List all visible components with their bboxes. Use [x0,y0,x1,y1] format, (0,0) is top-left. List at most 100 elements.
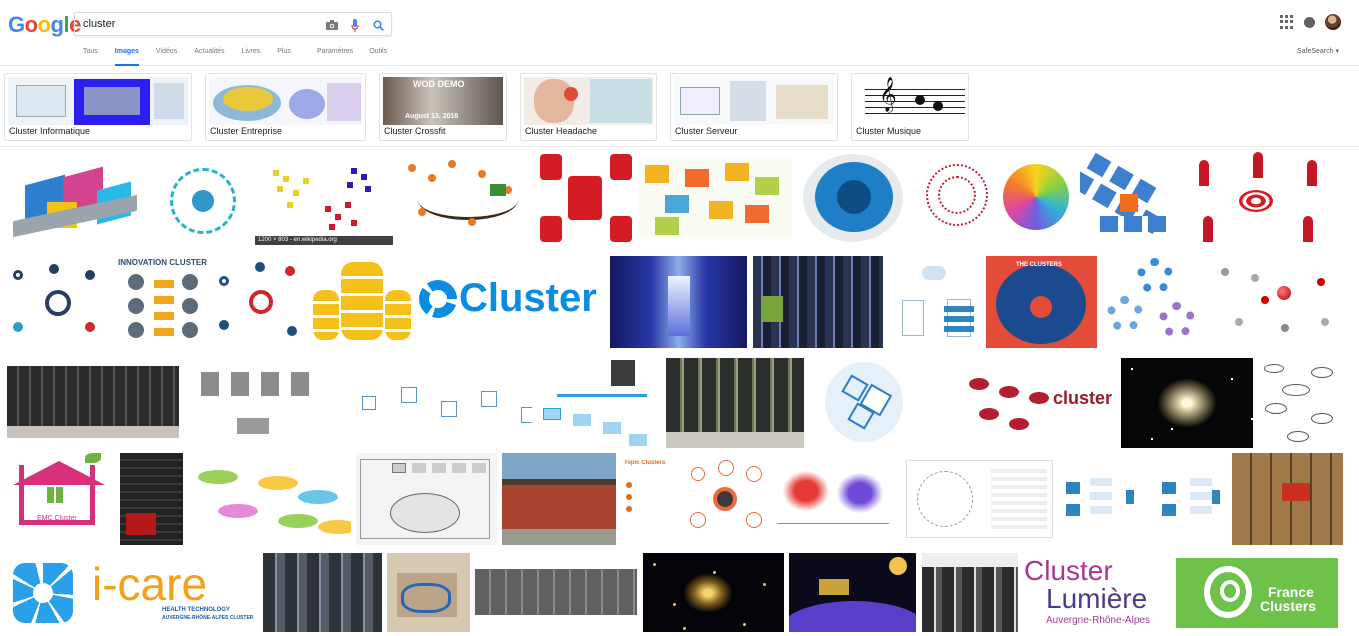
image-result[interactable] [610,256,747,348]
image-result[interactable] [888,256,980,348]
icare-logo-text: i-care [92,561,208,610]
related-chip-label: Cluster Headache [525,126,598,136]
tab-books[interactable]: Livres [242,48,261,66]
image-result[interactable] [918,156,996,240]
topic-clusters-label: Topic Clusters [624,460,666,466]
image-result[interactable] [1103,256,1200,348]
image-result[interactable] [502,453,616,545]
image-result[interactable] [639,157,792,237]
image-result[interactable] [1258,358,1338,448]
header: Google cluster Tous Images Vidéos Actual… [0,0,1359,66]
image-result[interactable] [7,366,179,438]
search-box[interactable]: cluster [74,12,392,36]
image-result[interactable] [922,553,1018,632]
search-icon[interactable] [371,18,385,32]
settings-link[interactable]: Paramètres [317,48,353,66]
related-chip-label: Cluster Entreprise [210,126,283,136]
microphone-icon[interactable] [348,18,362,32]
image-result[interactable]: INNOVATION CLUSTER [114,256,209,348]
image-result[interactable] [475,569,637,615]
image-result[interactable]: 1200 × 803 - en.wikipedia.org [255,150,393,245]
tab-all[interactable]: Tous [83,48,98,66]
crossfit-date: August 13, 2016 [405,113,459,120]
related-chip-label: Cluster Crossfit [384,126,446,136]
image-result[interactable] [311,260,412,344]
tab-videos[interactable]: Vidéos [156,48,177,66]
france-clusters-line2: Clusters [1260,598,1317,614]
image-result[interactable] [683,453,767,545]
image-result[interactable] [215,256,305,348]
cluster-red-text: cluster [1053,388,1113,408]
image-result[interactable] [1060,460,1230,538]
image-result[interactable] [387,553,470,632]
avatar[interactable] [1325,14,1341,30]
image-result[interactable] [906,460,1053,538]
image-result[interactable] [398,150,532,245]
emc-label: EMC Cluster [37,515,77,522]
image-result[interactable] [771,453,900,545]
image-result[interactable] [1001,162,1073,234]
image-result[interactable] [823,358,940,448]
related-chip-label: Cluster Musique [856,126,922,136]
related-chip[interactable]: Cluster Entreprise [205,73,366,141]
related-searches: Cluster Informatique Cluster Entreprise … [4,73,969,141]
icare-subtitle: HEALTH TECHNOLOGY [162,607,230,613]
related-chip[interactable]: 𝄞 Cluster Musique [851,73,969,141]
image-result[interactable] [797,150,912,245]
related-chip[interactable]: Cluster Serveur [670,73,838,141]
google-logo[interactable]: Google [8,12,81,38]
image-result[interactable] [7,256,108,348]
image-result[interactable] [352,376,532,438]
lumiere-line2: Lumière [1046,583,1148,614]
divider [0,146,1359,147]
apps-grid-icon[interactable] [1280,15,1294,29]
image-result[interactable] [7,150,143,242]
image-result[interactable] [753,256,883,348]
cluster-logo-text: Cluster [459,276,597,320]
image-result[interactable] [789,553,916,632]
image-result[interactable] [150,150,255,245]
image-result[interactable]: Cluster [417,266,606,338]
tools-link[interactable]: Outils [369,48,387,66]
image-result[interactable]: Topic Clusters [622,460,678,538]
tab-more[interactable]: Plus [277,48,291,66]
related-chip[interactable]: WOD DEMO August 13, 2016 Cluster Crossfi… [379,73,507,141]
innovation-cluster-label: INNOVATION CLUSTER [118,258,208,267]
image-result[interactable]: i-care HEALTH TECHNOLOGY AUVERGNE-RHÔNE-… [90,561,260,627]
image-result[interactable] [643,553,784,632]
image-result[interactable]: France Clusters [1176,558,1338,628]
search-input[interactable]: cluster [83,18,115,30]
image-result[interactable] [666,358,804,448]
image-result[interactable] [538,150,634,245]
image-result[interactable] [1232,453,1343,545]
image-result[interactable] [1211,256,1337,348]
image-result[interactable] [120,453,183,545]
image-result[interactable] [7,561,85,627]
image-caption: 1200 × 803 - en.wikipedia.org [255,236,393,245]
image-result[interactable]: Cluster Lumière Auvergne-Rhône-Alpes [1022,553,1171,632]
related-chip[interactable]: Cluster Informatique [4,73,192,141]
tab-images[interactable]: Images [114,48,139,66]
crossfit-overlay: WOD DEMO [413,79,465,89]
notifications-icon[interactable] [1304,16,1315,28]
image-result[interactable] [1080,150,1190,245]
safesearch-toggle[interactable]: SafeSearch ▾ [1297,47,1339,55]
search-tabs: Tous Images Vidéos Actualités Livres Plu… [83,48,308,66]
image-result[interactable] [537,358,662,448]
image-result[interactable] [185,358,311,448]
image-result[interactable] [356,453,497,545]
icare-subtitle2: AUVERGNE-RHÔNE-ALPES CLUSTER [162,615,254,621]
image-result[interactable] [1195,150,1326,245]
image-result[interactable] [1121,358,1253,448]
related-chip-label: Cluster Serveur [675,126,738,136]
image-result[interactable]: THE CLUSTERS [986,256,1097,348]
tab-news[interactable]: Actualités [194,48,224,66]
related-chip-label: Cluster Informatique [9,126,91,136]
related-chip[interactable]: Cluster Headache [520,73,657,141]
image-result[interactable]: cluster [947,358,1113,448]
image-result[interactable]: EMC Cluster [7,453,113,545]
the-clusters-label: THE CLUSTERS [1016,262,1063,268]
image-result[interactable] [263,553,382,632]
camera-icon[interactable] [325,18,339,32]
image-result[interactable] [188,460,351,536]
